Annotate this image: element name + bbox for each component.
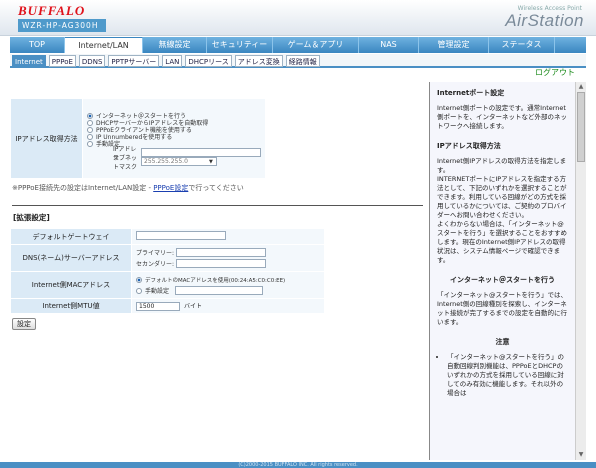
subnav-tab-1[interactable]: PPPoE <box>48 55 76 67</box>
nav-tab-6[interactable]: 管理設定 <box>419 37 489 53</box>
mtu-input[interactable]: 1500 <box>136 302 180 311</box>
subnav-tab-6[interactable]: アドレス変換 <box>234 55 283 67</box>
radio-icon[interactable] <box>87 133 93 140</box>
help-text: 「インターネット@スタートを行う」では、Internet側の回線種別を探索し、イ… <box>437 291 567 326</box>
help-list: 「インターネット@スタートを行う」の自動回線判別機能は、PPPoEとDHCPのい… <box>437 353 568 398</box>
dns-cell: プライマリー: セカンダリー: <box>131 244 325 272</box>
ip-address-input[interactable] <box>141 148 261 157</box>
nav-tab-1[interactable]: Internet/LAN <box>65 37 143 53</box>
model-name: WZR-HP-AG300H <box>18 19 106 32</box>
ip-method-table: IPアドレス取得方法 インターネット＠スタートを行う DHCPサーバーからIPア… <box>10 98 266 179</box>
help-scrollbar[interactable]: ▲ ▼ <box>575 82 586 460</box>
mac-default-option[interactable]: デフォルトのMACアドレスを使用(00:24:A5:C0:C0:EE) <box>136 274 320 285</box>
pppoe-settings-link[interactable]: PPPoE設定 <box>153 184 188 192</box>
scroll-thumb[interactable] <box>577 92 585 162</box>
subnav-tab-3[interactable]: PPTPサーバー <box>108 55 160 67</box>
gateway-input[interactable] <box>136 231 226 240</box>
mtu-cell: 1500 バイト <box>131 298 325 314</box>
mtu-label: Internet側MTU値 <box>10 298 132 314</box>
help-text: Internet側ポートの設定です。通常Internet側ポートを、インターネッ… <box>437 104 567 130</box>
subnet-mask-row: サブネットマスク 255.255.255.0 ▼ <box>113 155 261 171</box>
router-admin-page: BUFFALO WZR-HP-AG300H Wireless Access Po… <box>0 0 596 468</box>
help-text: よくわからない場合は、「インターネット@スタートを行う」を選択することをおすすめ… <box>437 220 567 264</box>
subnav-tab-0[interactable]: Internet <box>12 55 46 67</box>
pppoe-note: ※PPPoE接続先の設定はInternet/LAN設定 - PPPoE設定で行っ… <box>12 184 244 192</box>
scroll-up-icon[interactable]: ▲ <box>577 83 585 91</box>
main-nav: TOP Internet/LAN 無線設定 セキュリティー ゲーム＆アプリ NAS 管理設定… <box>10 37 586 53</box>
radio-icon[interactable] <box>87 140 93 147</box>
dns-label: DNS(ネーム)サーバーアドレス <box>10 244 132 272</box>
divider <box>12 205 423 206</box>
help-text: Internet側IPアドレスの取得方法を指定します。 <box>437 157 567 174</box>
gateway-label: デフォルトゲートウェイ <box>10 228 132 245</box>
advanced-table: デフォルトゲートウェイ DNS(ネーム)サーバーアドレス プライマリー: セカン… <box>10 228 325 314</box>
subnav-tab-4[interactable]: LAN <box>162 55 183 67</box>
nav-tab-4[interactable]: ゲーム＆アプリ <box>273 37 359 53</box>
nav-tab-7[interactable]: ステータス <box>489 37 555 53</box>
radio-icon[interactable] <box>136 276 142 283</box>
dns-secondary-input[interactable] <box>176 259 266 268</box>
radio-icon[interactable] <box>87 126 93 133</box>
radio-icon[interactable] <box>87 112 93 119</box>
logout-link[interactable]: ログアウト <box>535 67 575 78</box>
mac-label: Internet側MACアドレス <box>10 271 132 299</box>
scroll-down-icon[interactable]: ▼ <box>577 451 585 459</box>
subnav-tab-5[interactable]: DHCPリース <box>185 55 232 67</box>
help-section-title: Internetポート設定 <box>437 89 505 97</box>
subnet-mask-select[interactable]: 255.255.255.0 <box>141 157 217 166</box>
help-section-title: IPアドレス取得方法 <box>437 142 501 150</box>
mac-cell: デフォルトのMACアドレスを使用(00:24:A5:C0:C0:EE) 手動設定 <box>131 271 325 299</box>
main-content: IPアドレス取得方法 インターネット＠スタートを行う DHCPサーバーからIPア… <box>10 82 423 462</box>
save-button[interactable]: 設定 <box>12 318 36 330</box>
subnav-tab-7[interactable]: 経路情報 <box>285 55 320 67</box>
advanced-title: [拡張設定] <box>13 213 50 222</box>
help-section-title: インターネット＠スタートを行う <box>450 276 555 284</box>
dns-primary-input[interactable] <box>176 248 266 257</box>
mac-manual-input[interactable] <box>175 286 263 295</box>
ip-method-options: インターネット＠スタートを行う DHCPサーバーからIPアドレスを自動取得 PP… <box>82 98 266 179</box>
mac-manual-option[interactable]: 手動設定 <box>136 285 320 296</box>
header: BUFFALO WZR-HP-AG300H Wireless Access Po… <box>0 0 596 36</box>
subnav-tab-2[interactable]: DDNS <box>78 55 106 67</box>
help-panel: Internetポート設定 Internet側ポートの設定です。通常Intern… <box>429 82 575 460</box>
sub-nav: Internet PPPoE DDNS PPTPサーバー LAN DHCPリース アドレス変… <box>10 54 586 68</box>
airstation-logo: AirStation <box>505 11 584 30</box>
footer: (C)2000-2015 BUFFALO INC. All rights res… <box>0 462 596 468</box>
help-section-title: 注意 <box>495 338 510 346</box>
nav-tab-3[interactable]: セキュリティー <box>207 37 273 53</box>
nav-tab-2[interactable]: 無線設定 <box>143 37 207 53</box>
help-list-item: 「インターネット@スタートを行う」の自動回線判別機能は、PPPoEとDHCPのい… <box>447 353 568 398</box>
nav-tab-5[interactable]: NAS <box>359 37 419 53</box>
chevron-down-icon[interactable]: ▼ <box>209 159 213 165</box>
radio-icon[interactable] <box>136 287 142 294</box>
radio-icon[interactable] <box>87 119 93 126</box>
ip-method-label: IPアドレス取得方法 <box>10 98 83 179</box>
buffalo-logo: BUFFALO <box>18 3 86 18</box>
gateway-cell <box>131 228 325 245</box>
nav-tab-0[interactable]: TOP <box>10 37 65 53</box>
help-text: INTERNETポートにIPアドレスを指定する方法として、下記のいずれかを選択す… <box>437 175 567 219</box>
